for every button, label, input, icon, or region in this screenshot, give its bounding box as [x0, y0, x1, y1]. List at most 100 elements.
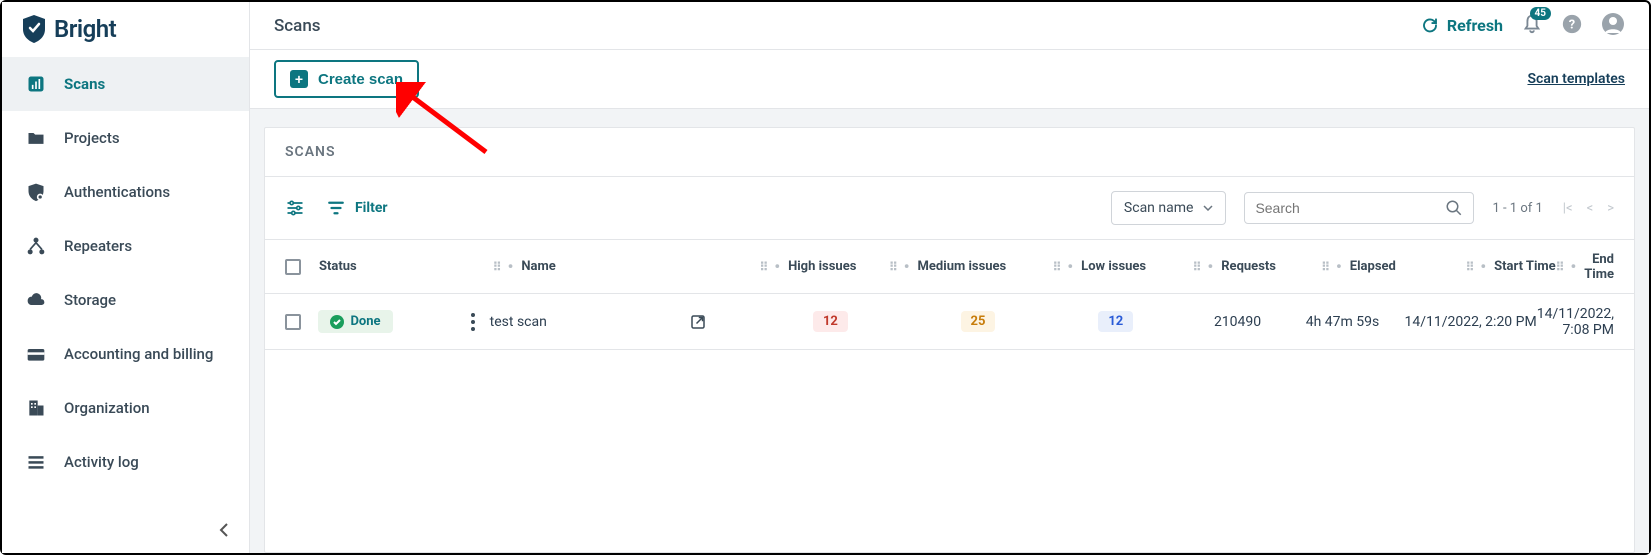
plus-icon: +: [290, 70, 308, 88]
sidebar-item-label: Organization: [64, 399, 150, 417]
notifications-button[interactable]: 45: [1521, 13, 1543, 39]
check-circle-icon: [330, 315, 344, 329]
sidebar-item-activity[interactable]: Activity log: [2, 435, 249, 489]
help-button[interactable]: ?: [1561, 13, 1583, 39]
chevron-left-icon: [219, 523, 229, 537]
col-high: High issues: [788, 259, 856, 274]
drag-icon[interactable]: ⠿: [1053, 260, 1060, 274]
sidebar-item-storage[interactable]: Storage: [2, 273, 249, 327]
pager: 1 - 1 of 1 |< < >: [1492, 201, 1614, 216]
drag-icon[interactable]: ⠿: [1556, 260, 1563, 274]
status-badge: Done: [318, 310, 392, 333]
scan-name-dropdown[interactable]: Scan name: [1111, 191, 1227, 225]
low-count: 12: [1098, 311, 1133, 332]
drag-icon[interactable]: ⠿: [1321, 260, 1328, 274]
filter-row: Filter Scan name 1 - 1 of 1: [265, 177, 1634, 240]
row-menu[interactable]: [471, 313, 475, 331]
chevron-down-icon: [1203, 205, 1213, 211]
search-box[interactable]: [1244, 192, 1474, 224]
sidebar-item-label: Projects: [64, 129, 120, 147]
select-all-checkbox[interactable]: [285, 259, 301, 275]
col-low: Low issues: [1081, 259, 1146, 274]
sidebar-item-label: Repeaters: [64, 237, 132, 255]
notification-count: 45: [1530, 7, 1551, 20]
activity-icon: [26, 452, 46, 472]
auth-icon: [26, 182, 46, 202]
elapsed: 4h 47m 59s: [1306, 314, 1380, 330]
brand-name: Bright: [54, 15, 116, 43]
create-scan-button[interactable]: + Create scan: [274, 60, 419, 98]
pager-first[interactable]: |<: [1563, 201, 1573, 216]
sidebar-item-label: Authentications: [64, 183, 170, 201]
sidebar-nav: Scans Projects Authentications Repeaters…: [2, 57, 249, 510]
search-icon: [1445, 199, 1463, 217]
sidebar-item-label: Scans: [64, 75, 105, 93]
scans-card: SCANS Filter Scan name: [264, 127, 1635, 553]
profile-button[interactable]: [1601, 12, 1625, 40]
sidebar-item-label: Accounting and billing: [64, 345, 213, 363]
tune-icon[interactable]: [285, 198, 305, 218]
medium-count: 25: [961, 311, 996, 332]
sidebar-item-projects[interactable]: Projects: [2, 111, 249, 165]
topbar: Scans Refresh 45 ?: [250, 2, 1649, 50]
filter-label: Filter: [355, 200, 388, 216]
col-end: End Time: [1584, 252, 1614, 282]
sidebar: Bright Scans Projects Authentications Re…: [2, 2, 250, 553]
refresh-label: Refresh: [1447, 16, 1503, 35]
drag-icon[interactable]: ⠿: [1193, 260, 1200, 274]
requests: 210490: [1214, 314, 1261, 330]
drag-icon[interactable]: ⠿: [889, 260, 896, 274]
row-checkbox[interactable]: [285, 314, 301, 330]
high-count: 12: [813, 311, 848, 332]
sidebar-collapse[interactable]: [2, 510, 249, 553]
sidebar-item-label: Activity log: [64, 453, 139, 471]
help-icon: ?: [1561, 13, 1583, 35]
col-status: Status: [319, 259, 357, 274]
col-requests: Requests: [1221, 259, 1276, 274]
sidebar-item-label: Storage: [64, 291, 116, 309]
create-scan-label: Create scan: [318, 71, 403, 88]
card-title: SCANS: [265, 128, 1634, 177]
sidebar-item-scans[interactable]: Scans: [2, 57, 249, 111]
scans-icon: [26, 74, 46, 94]
end-time: 14/11/2022, 7:08 PM: [1537, 306, 1614, 338]
open-link-icon[interactable]: [689, 313, 707, 331]
pager-prev[interactable]: <: [1587, 201, 1594, 216]
drag-icon[interactable]: ⠿: [1466, 260, 1473, 274]
drag-icon[interactable]: ⠿: [760, 260, 767, 274]
svg-text:?: ?: [1569, 17, 1575, 32]
table-row[interactable]: Done test scan 12 25 12 210490 4h 47m 59…: [265, 294, 1634, 350]
sidebar-item-organization[interactable]: Organization: [2, 381, 249, 435]
scan-templates-link[interactable]: Scan templates: [1527, 71, 1625, 87]
sidebar-item-accounting[interactable]: Accounting and billing: [2, 327, 249, 381]
refresh-button[interactable]: Refresh: [1421, 16, 1503, 35]
scan-name: test scan: [490, 314, 547, 330]
cloud-icon: [26, 290, 46, 310]
sidebar-item-repeaters[interactable]: Repeaters: [2, 219, 249, 273]
folder-icon: [26, 128, 46, 148]
col-start: Start Time: [1494, 259, 1556, 274]
content-area: SCANS Filter Scan name: [250, 109, 1649, 553]
refresh-icon: [1421, 17, 1439, 35]
main: Scans Refresh 45 ? +: [250, 2, 1649, 553]
avatar-icon: [1601, 12, 1625, 36]
table-header: Status ⠿•Name ⠿•High issues ⠿•Medium iss…: [265, 240, 1634, 294]
repeaters-icon: [26, 236, 46, 256]
page-title: Scans: [274, 16, 321, 36]
pager-text: 1 - 1 of 1: [1492, 201, 1542, 216]
filter-button[interactable]: Filter: [327, 199, 388, 217]
sidebar-item-authentications[interactable]: Authentications: [2, 165, 249, 219]
col-name: Name: [521, 259, 555, 274]
shield-icon: [22, 15, 46, 43]
start-time: 14/11/2022, 2:20 PM: [1404, 314, 1536, 330]
col-medium: Medium issues: [918, 259, 1007, 274]
dropdown-label: Scan name: [1124, 200, 1194, 216]
billing-icon: [26, 344, 46, 364]
pager-next[interactable]: >: [1607, 201, 1614, 216]
drag-icon[interactable]: ⠿: [493, 260, 500, 274]
filter-icon: [327, 199, 345, 217]
brand-logo[interactable]: Bright: [2, 2, 249, 57]
col-elapsed: Elapsed: [1350, 259, 1396, 274]
search-input[interactable]: [1255, 200, 1445, 216]
org-icon: [26, 398, 46, 418]
